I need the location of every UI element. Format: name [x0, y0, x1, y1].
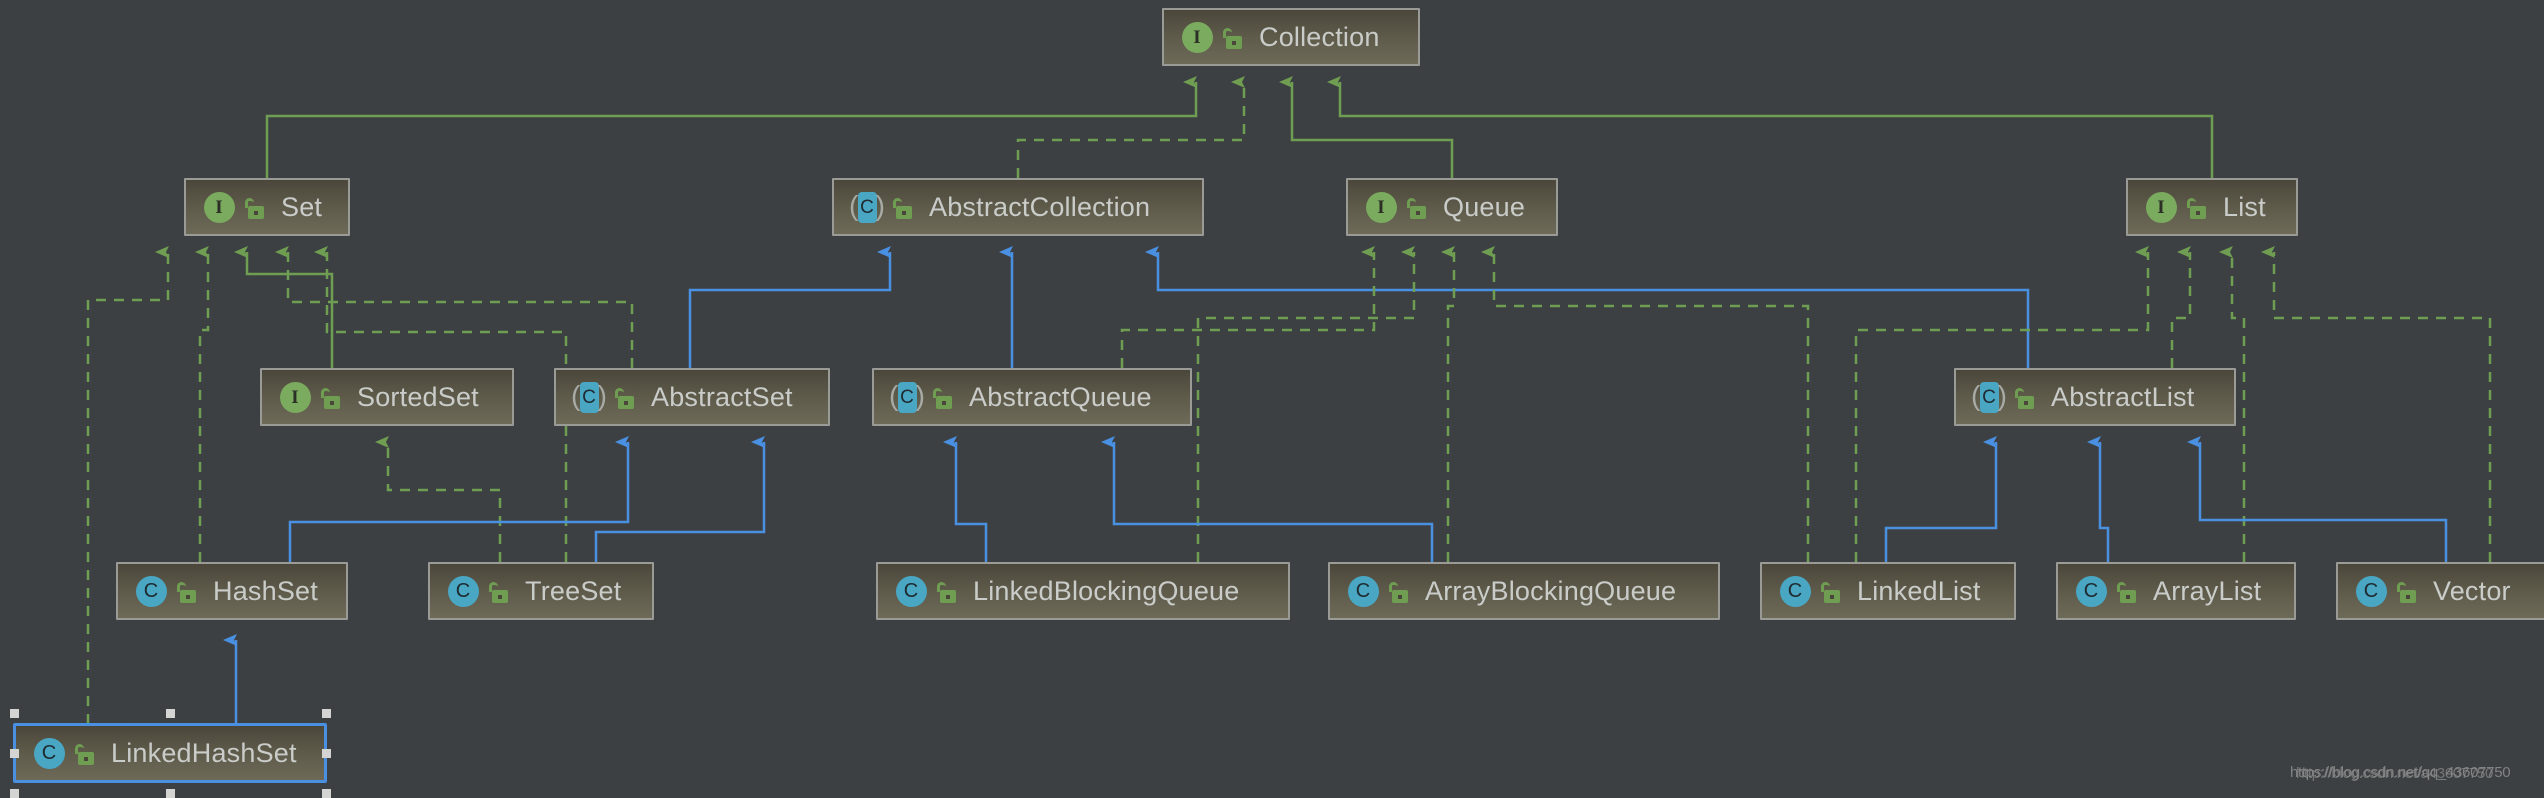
class-icon: C — [32, 736, 66, 770]
node-label: HashSet — [213, 575, 318, 606]
node-label: List — [2223, 191, 2266, 222]
resize-handle-top-right[interactable] — [322, 709, 331, 718]
node-linkedlist[interactable]: C LinkedList — [1760, 562, 2016, 620]
node-set[interactable]: I Set — [184, 178, 350, 236]
node-label: Set — [281, 191, 323, 222]
watermark-url-secondary: http://blog.csdn.net/a43607750 — [2296, 765, 2494, 782]
interface-icon: I — [1364, 190, 1398, 224]
resize-handle-middle-right[interactable] — [322, 749, 331, 758]
diagram-canvas[interactable]: I Collection I Set ( C ) AbstractCollect… — [0, 0, 2544, 798]
node-arrayblockingqueue[interactable]: C ArrayBlockingQueue — [1328, 562, 1720, 620]
unlocked-padlock-icon — [1223, 25, 1245, 49]
resize-handle-bottom-center[interactable] — [166, 789, 175, 798]
node-abstractcollection[interactable]: ( C ) AbstractCollection — [832, 178, 1204, 236]
node-label: SortedSet — [357, 381, 479, 412]
node-layer: I Collection I Set ( C ) AbstractCollect… — [0, 0, 2544, 798]
node-abstractset[interactable]: ( C ) AbstractSet — [554, 368, 830, 426]
node-label: Vector — [2433, 575, 2511, 606]
node-collection[interactable]: I Collection — [1162, 8, 1420, 66]
node-sortedset[interactable]: I SortedSet — [260, 368, 514, 426]
resize-handle-top-center[interactable] — [166, 709, 175, 718]
interface-icon: I — [278, 380, 312, 414]
node-linkedhashset[interactable]: C LinkedHashSet — [14, 724, 326, 782]
unlocked-padlock-icon — [615, 385, 637, 409]
node-label: AbstractQueue — [969, 381, 1152, 412]
unlocked-padlock-icon — [177, 579, 199, 603]
unlocked-padlock-icon — [893, 195, 915, 219]
node-treeset[interactable]: C TreeSet — [428, 562, 654, 620]
class-icon: C — [894, 574, 928, 608]
abstract-class-icon: ( C ) — [849, 190, 885, 223]
node-label: ArrayList — [2153, 575, 2262, 606]
resize-handle-top-left[interactable] — [10, 709, 19, 718]
node-label: Collection — [1259, 21, 1380, 52]
node-label: TreeSet — [525, 575, 622, 606]
unlocked-padlock-icon — [75, 741, 97, 765]
unlocked-padlock-icon — [2117, 579, 2139, 603]
resize-handle-bottom-left[interactable] — [10, 789, 19, 798]
interface-icon: I — [202, 190, 236, 224]
node-label: Queue — [1443, 191, 1526, 222]
unlocked-padlock-icon — [2187, 195, 2209, 219]
node-label: LinkedBlockingQueue — [973, 575, 1240, 606]
class-icon: C — [446, 574, 480, 608]
unlocked-padlock-icon — [937, 579, 959, 603]
unlocked-padlock-icon — [2015, 385, 2037, 409]
abstract-class-icon: ( C ) — [1971, 380, 2007, 413]
resize-handle-bottom-right[interactable] — [322, 789, 331, 798]
node-abstractlist[interactable]: ( C ) AbstractList — [1954, 368, 2236, 426]
node-label: AbstractList — [2051, 381, 2195, 412]
class-icon: C — [2074, 574, 2108, 608]
node-queue[interactable]: I Queue — [1346, 178, 1558, 236]
class-icon: C — [1346, 574, 1380, 608]
node-abstractqueue[interactable]: ( C ) AbstractQueue — [872, 368, 1192, 426]
node-list[interactable]: I List — [2126, 178, 2298, 236]
node-arraylist[interactable]: C ArrayList — [2056, 562, 2296, 620]
class-icon: C — [134, 574, 168, 608]
unlocked-padlock-icon — [321, 385, 343, 409]
unlocked-padlock-icon — [933, 385, 955, 409]
abstract-class-icon: ( C ) — [571, 380, 607, 413]
unlocked-padlock-icon — [1407, 195, 1429, 219]
unlocked-padlock-icon — [245, 195, 267, 219]
node-label: ArrayBlockingQueue — [1425, 575, 1677, 606]
unlocked-padlock-icon — [2397, 579, 2419, 603]
resize-handle-middle-left[interactable] — [10, 749, 19, 758]
node-vector[interactable]: C Vector — [2336, 562, 2544, 620]
unlocked-padlock-icon — [489, 579, 511, 603]
node-label: AbstractCollection — [929, 191, 1151, 222]
class-icon: C — [2354, 574, 2388, 608]
node-label: AbstractSet — [651, 381, 793, 412]
class-icon: C — [1778, 574, 1812, 608]
node-label: LinkedHashSet — [111, 737, 297, 768]
unlocked-padlock-icon — [1821, 579, 1843, 603]
node-hashset[interactable]: C HashSet — [116, 562, 348, 620]
interface-icon: I — [2144, 190, 2178, 224]
node-label: LinkedList — [1857, 575, 1981, 606]
abstract-class-icon: ( C ) — [889, 380, 925, 413]
node-linkedblockingqueue[interactable]: C LinkedBlockingQueue — [876, 562, 1290, 620]
unlocked-padlock-icon — [1389, 579, 1411, 603]
interface-icon: I — [1180, 20, 1214, 54]
